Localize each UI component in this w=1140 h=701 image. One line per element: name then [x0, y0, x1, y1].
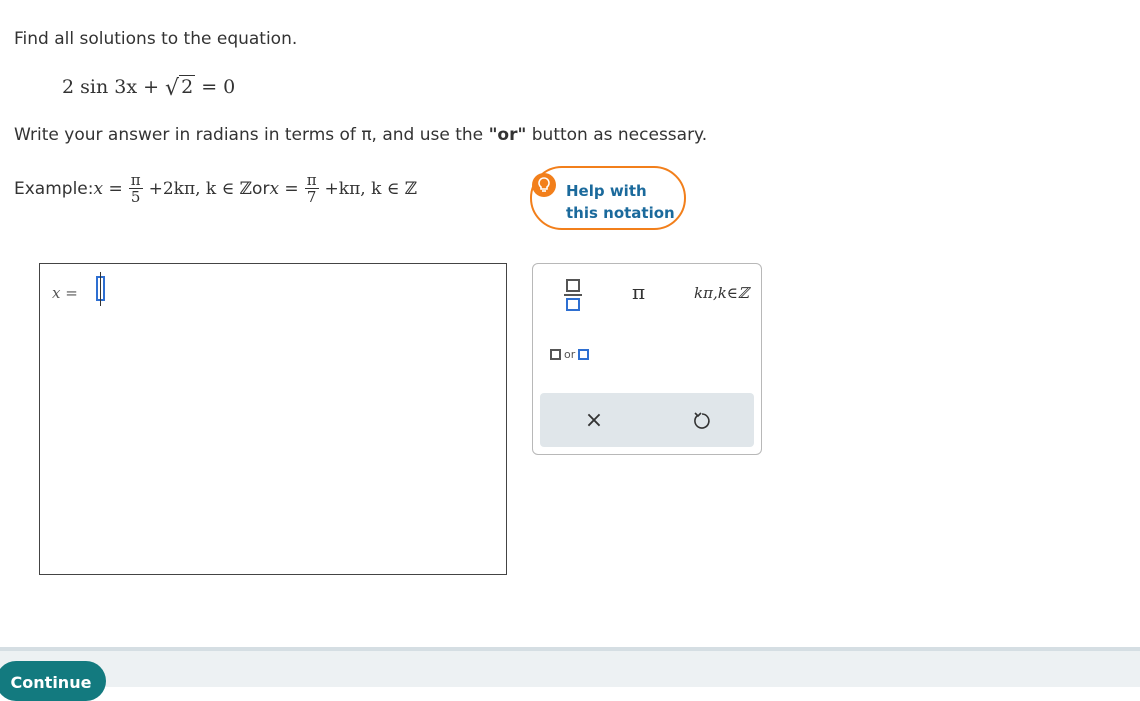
fraction-numerator: π	[304, 171, 319, 189]
text-cursor	[100, 272, 101, 306]
example-fraction-1: π 5	[128, 171, 143, 206]
kpi-integer-button[interactable]: kπ,k∈ℤ	[694, 284, 749, 302]
instructions-text-end: button as necessary.	[526, 125, 708, 145]
instructions-or-keyword: "or"	[488, 125, 527, 145]
clear-button[interactable]: ×	[580, 404, 608, 436]
fraction-denominator: 7	[306, 188, 317, 206]
help-line-2: this notation	[566, 204, 675, 222]
lightbulb-icon	[532, 173, 556, 197]
square-root: √ 2	[165, 75, 196, 101]
pi-button[interactable]: π	[632, 280, 645, 304]
continue-button[interactable]: Continue	[0, 661, 106, 701]
answer-input-area[interactable]	[39, 263, 507, 575]
or-button[interactable]: or	[550, 348, 590, 361]
close-icon: ×	[584, 407, 604, 433]
example-x-eq-1: x =	[93, 178, 123, 199]
question-prompt: Find all solutions to the equation.	[14, 29, 298, 49]
fraction-button[interactable]	[561, 278, 585, 312]
example-term-1: +2kπ, k ∈ ℤ	[148, 178, 253, 199]
or-label: or	[564, 348, 576, 361]
palette-action-bar	[540, 393, 754, 447]
equation-lhs: 2 sin 3x +	[62, 76, 166, 98]
undo-icon	[694, 412, 710, 429]
example-answer: Example: x = π 5 +2kπ, k ∈ ℤ or x = π 7 …	[14, 172, 417, 205]
example-or: or	[252, 178, 270, 199]
placeholder-box-icon	[550, 349, 561, 360]
example-x-eq-2: x =	[269, 178, 299, 199]
fraction-numerator: π	[128, 171, 143, 189]
answer-label: x =	[52, 284, 78, 302]
footer-bar	[0, 647, 1140, 687]
equation-rhs: = 0	[195, 76, 236, 98]
fraction-icon	[564, 279, 582, 311]
example-fraction-2: π 7	[304, 171, 319, 206]
placeholder-box-icon	[578, 349, 590, 360]
example-label: Example:	[14, 178, 94, 199]
help-line-1: Help with	[566, 182, 647, 200]
undo-button[interactable]	[688, 405, 716, 437]
instructions: Write your answer in radians in terms of…	[14, 125, 707, 145]
radical-argument: 2	[179, 75, 196, 98]
equation: 2 sin 3x + √ 2 = 0	[62, 74, 236, 101]
fraction-denominator: 5	[130, 188, 141, 206]
example-term-2: +kπ, k ∈ ℤ	[324, 178, 418, 199]
help-text: Help with this notation	[566, 180, 686, 224]
instructions-text: Write your answer in radians in terms of…	[14, 125, 489, 145]
